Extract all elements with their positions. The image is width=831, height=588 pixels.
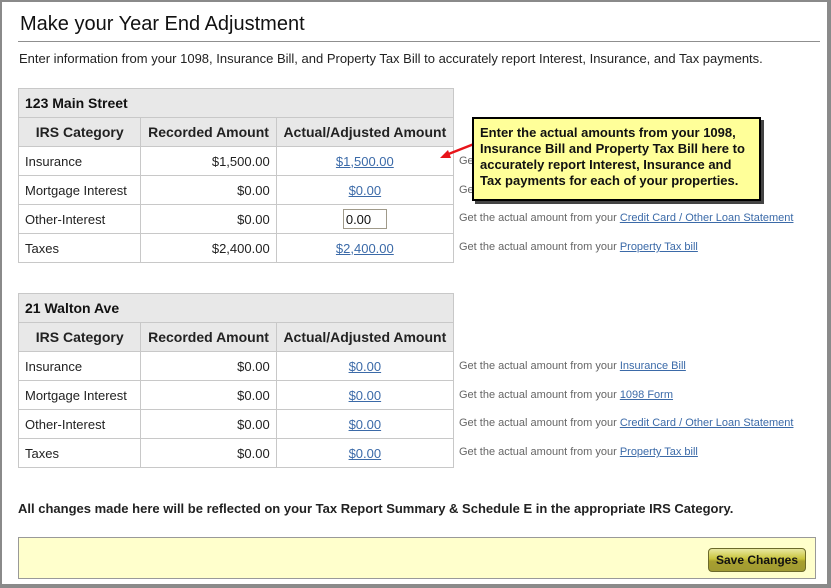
table-row: Insurance $0.00 $0.00 [17, 351, 455, 381]
property-tax-bill-link[interactable]: Property Tax bill [620, 241, 698, 253]
recorded-amount: $2,400.00 [140, 233, 277, 263]
table-row: Insurance $1,500.00 $1,500.00 [17, 146, 455, 176]
actual-amount-link[interactable]: $1,500.00 [336, 154, 394, 169]
hint-other-interest: Get the actual amount from your Credit C… [459, 212, 794, 224]
page-title: Make your Year End Adjustment [20, 13, 305, 35]
actual-amount-link[interactable]: $0.00 [349, 388, 382, 403]
recorded-amount: $0.00 [140, 204, 277, 234]
recorded-amount: $0.00 [140, 438, 277, 468]
actual-amount-link[interactable]: $0.00 [349, 183, 382, 198]
insurance-bill-link[interactable]: Insurance Bill [620, 360, 686, 372]
1098-form-link[interactable]: 1098 Form [620, 389, 673, 401]
actual-amount-link[interactable]: $2,400.00 [336, 241, 394, 256]
actual-amount-link[interactable]: $0.00 [349, 359, 382, 374]
recorded-amount: $0.00 [140, 351, 277, 381]
column-header-actual-amount: Actual/Adjusted Amount [275, 322, 455, 352]
column-header-recorded-amount: Recorded Amount [140, 117, 277, 147]
property-name: 123 Main Street [18, 88, 454, 118]
callout-tooltip: Enter the actual amounts from your 1098,… [472, 117, 761, 201]
title-divider [18, 41, 820, 42]
recorded-amount: $0.00 [140, 409, 277, 439]
irs-category: Insurance [17, 351, 142, 381]
property-tax-bill-link[interactable]: Property Tax bill [620, 446, 698, 458]
column-header-irs-category: IRS Category [17, 322, 142, 352]
property-table-123-main-street: 123 Main Street IRS Category Recorded Am… [17, 88, 455, 263]
recorded-amount: $0.00 [140, 175, 277, 205]
irs-category: Mortgage Interest [17, 175, 142, 205]
recorded-amount: $1,500.00 [140, 146, 277, 176]
actual-amount-input[interactable] [342, 209, 387, 229]
property-table-21-walton-ave: 21 Walton Ave IRS Category Recorded Amou… [17, 293, 455, 468]
hint-taxes: Get the actual amount from your Property… [459, 446, 698, 458]
table-row: Other-Interest $0.00 [17, 204, 455, 234]
actual-amount-link[interactable]: $0.00 [349, 417, 382, 432]
table-row: Taxes $0.00 $0.00 [17, 438, 455, 468]
table-row: Mortgage Interest $0.00 $0.00 [17, 175, 455, 205]
column-header-recorded-amount: Recorded Amount [140, 322, 277, 352]
hint-insurance: Get the actual amount from your Insuranc… [459, 360, 686, 372]
credit-card-statement-link[interactable]: Credit Card / Other Loan Statement [620, 417, 794, 429]
column-header-irs-category: IRS Category [17, 117, 142, 147]
irs-category: Taxes [17, 438, 142, 468]
action-bar: Save Changes [18, 537, 816, 579]
column-header-actual-amount: Actual/Adjusted Amount [275, 117, 455, 147]
credit-card-statement-link[interactable]: Credit Card / Other Loan Statement [620, 212, 794, 224]
recorded-amount: $0.00 [140, 380, 277, 410]
intro-text: Enter information from your 1098, Insura… [19, 51, 763, 66]
table-row: Other-Interest $0.00 $0.00 [17, 409, 455, 439]
irs-category: Taxes [17, 233, 142, 263]
save-changes-button[interactable]: Save Changes [708, 548, 806, 572]
table-row: Taxes $2,400.00 $2,400.00 [17, 233, 455, 263]
hint-other-interest: Get the actual amount from your Credit C… [459, 417, 794, 429]
property-name: 21 Walton Ave [18, 293, 454, 323]
hint-mortgage: Get the actual amount from your 1098 For… [459, 389, 674, 401]
table-row: Mortgage Interest $0.00 $0.00 [17, 380, 455, 410]
actual-amount-link[interactable]: $0.00 [349, 446, 382, 461]
irs-category: Other-Interest [17, 409, 142, 439]
irs-category: Insurance [17, 146, 142, 176]
hint-taxes: Get the actual amount from your Property… [459, 241, 698, 253]
adjustment-panel: Make your Year End Adjustment Enter info… [0, 0, 831, 588]
irs-category: Other-Interest [17, 204, 142, 234]
changes-note: All changes made here will be reflected … [18, 501, 734, 516]
irs-category: Mortgage Interest [17, 380, 142, 410]
